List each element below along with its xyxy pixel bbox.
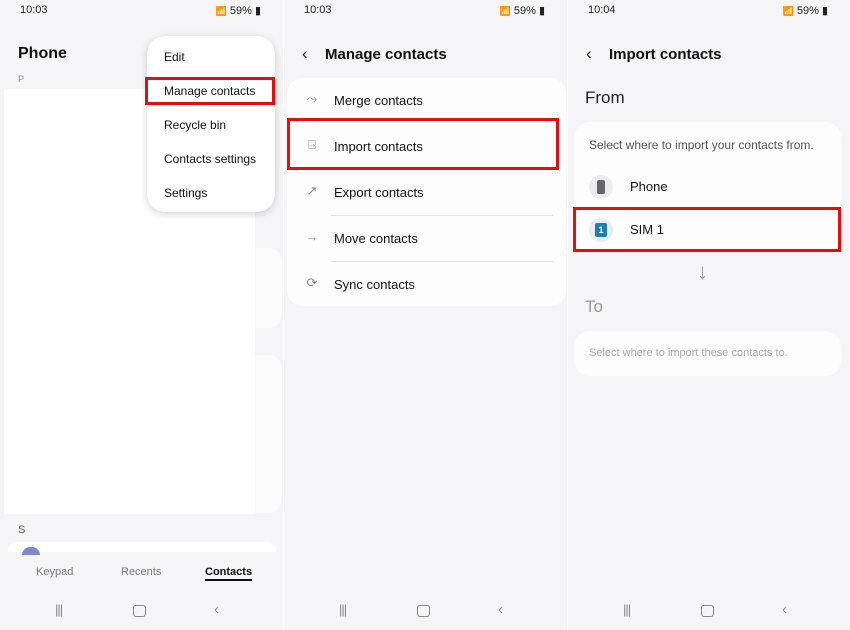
export-icon: ↗ — [306, 183, 318, 198]
wifi-signal-icon: 📶 — [782, 6, 794, 16]
battery-icon: ▮ — [254, 5, 261, 17]
section-letter: P — [18, 74, 25, 84]
overflow-menu: Edit Manage contacts Recycle bin Contact… — [147, 36, 275, 212]
to-hint: Select where to import these contacts to… — [589, 347, 788, 359]
status-time: 10:03 — [304, 4, 332, 16]
menu-item-recycle-bin[interactable]: Recycle bin — [164, 118, 226, 132]
system-nav-bar: ||| ‹ — [284, 600, 567, 622]
highlight-box — [287, 118, 559, 170]
source-phone[interactable]: Phone — [574, 167, 841, 207]
page-title: Manage contacts — [325, 46, 447, 63]
status-right: 📶 59% ▮ — [783, 4, 828, 17]
manage-contacts-screen: 10:03 📶 59% ▮ ‹ Manage contacts ⤳ Merge … — [284, 0, 567, 630]
phone-device-icon — [589, 175, 613, 199]
status-bar: 10:04 📶 59% ▮ — [568, 3, 850, 19]
menu-item-edit[interactable]: Edit — [164, 50, 185, 64]
from-label: From — [585, 88, 625, 107]
highlight-box — [145, 77, 275, 105]
home-icon[interactable] — [133, 605, 146, 617]
battery-percent: 59% — [796, 5, 819, 17]
to-label: To — [585, 297, 603, 316]
section-letter: S — [18, 524, 26, 536]
tab-keypad[interactable]: Keypad — [36, 566, 73, 578]
import-contacts-screen: 10:04 📶 59% ▮ ‹ Import contacts From Sel… — [568, 0, 850, 630]
back-icon[interactable]: ‹ — [498, 601, 503, 618]
back-icon[interactable]: ‹ — [214, 601, 219, 618]
item-label: Merge contacts — [334, 93, 423, 108]
sync-icon: ⟳ — [306, 275, 318, 290]
from-hint: Select where to import your contacts fro… — [589, 138, 814, 152]
tab-contacts[interactable]: Contacts — [205, 566, 253, 581]
wifi-signal-icon: 📶 — [499, 6, 511, 16]
page-title: Import contacts — [609, 46, 722, 63]
item-label: Move contacts — [334, 231, 418, 246]
contact-card-edge — [255, 248, 282, 328]
merge-icon: ⤳ — [306, 91, 318, 106]
page-title: Phone — [18, 45, 67, 62]
status-time: 10:03 — [20, 4, 48, 16]
battery-percent: 59% — [513, 5, 536, 17]
move-arrow-icon: → — [305, 229, 319, 244]
highlight-box — [573, 207, 841, 252]
to-card[interactable]: Select where to import these contacts to… — [574, 331, 841, 376]
home-icon[interactable] — [701, 605, 714, 617]
phone-contacts-screen: 10:03 📶 59% ▮ Phone P S Edit Manage cont… — [0, 0, 283, 630]
status-time: 10:04 — [588, 4, 616, 16]
back-arrow-icon[interactable]: ‹ — [302, 44, 308, 64]
recents-icon[interactable]: ||| — [55, 602, 63, 617]
manage-options-list: ⤳ Merge contacts ⍈ Import contacts ↗ Exp… — [287, 78, 566, 306]
status-right: 📶 59% ▮ — [216, 4, 261, 17]
status-bar: 10:03 📶 59% ▮ — [0, 3, 283, 19]
list-item-move[interactable]: → Move contacts — [287, 216, 566, 262]
avatar — [22, 547, 40, 555]
back-icon[interactable]: ‹ — [782, 601, 787, 618]
source-name: Phone — [630, 179, 668, 194]
contact-row[interactable] — [8, 542, 276, 552]
menu-item-settings[interactable]: Settings — [164, 186, 207, 200]
contact-card-edge — [255, 355, 282, 513]
tab-recents[interactable]: Recents — [121, 566, 161, 578]
status-right: 📶 59% ▮ — [500, 4, 545, 17]
status-bar: 10:03 📶 59% ▮ — [284, 3, 567, 19]
back-arrow-icon[interactable]: ‹ — [586, 44, 592, 64]
menu-item-contacts-settings[interactable]: Contacts settings — [164, 152, 256, 166]
battery-icon: ▮ — [538, 5, 545, 17]
arrow-down-icon: ↓ — [697, 259, 708, 284]
list-item-export[interactable]: ↗ Export contacts — [287, 170, 566, 216]
system-nav-bar: ||| ‹ — [0, 600, 283, 622]
item-label: Sync contacts — [334, 277, 415, 292]
home-icon[interactable] — [417, 605, 430, 617]
recents-icon[interactable]: ||| — [623, 602, 631, 617]
recents-icon[interactable]: ||| — [339, 602, 347, 617]
battery-percent: 59% — [229, 5, 252, 17]
wifi-signal-icon: 📶 — [215, 6, 227, 16]
list-item-sync[interactable]: ⟳ Sync contacts — [287, 262, 566, 308]
system-nav-bar: ||| ‹ — [568, 600, 850, 622]
bottom-tabs: Keypad Recents Contacts — [0, 566, 283, 584]
item-label: Export contacts — [334, 185, 424, 200]
battery-icon: ▮ — [821, 5, 828, 17]
